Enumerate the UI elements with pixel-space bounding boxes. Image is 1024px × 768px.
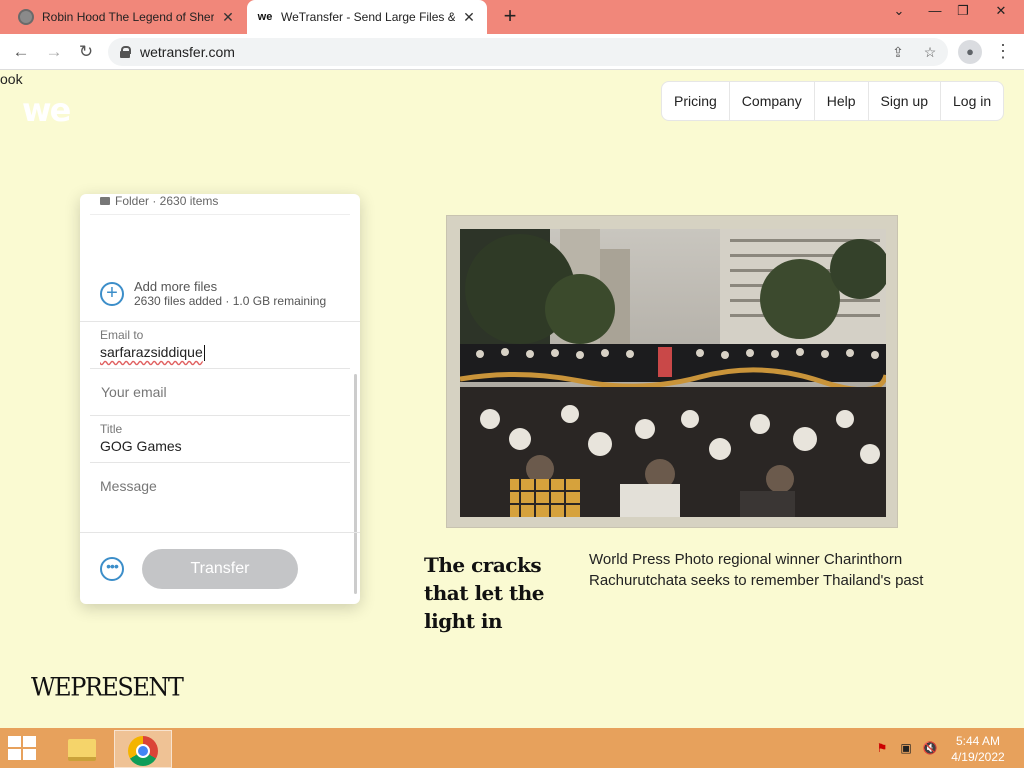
nav-log-in[interactable]: Log in [941,82,1003,120]
browser-menu-icon[interactable]: ⋮ [994,40,1012,64]
clock-date: 4/19/2022 [951,750,1005,764]
email-to-label: Email to [100,328,144,342]
chrome-taskbar-button[interactable] [114,730,172,768]
nav-company[interactable]: Company [730,82,815,120]
action-center-flag-icon[interactable]: ⚑ [874,740,890,756]
email-to-field[interactable]: Email to sarfarazsiddique [90,322,350,369]
tab-robin-hood[interactable]: Robin Hood The Legend of Sherwood ✕ [8,0,246,34]
tab-wetransfer[interactable]: we WeTransfer - Send Large Files & Share… [247,0,487,34]
reload-icon[interactable]: ↻ [74,40,98,64]
restore-icon[interactable]: ❐ [946,0,980,28]
transfer-form: Email to sarfarazsiddique Your email Tit… [80,321,360,494]
email-to-input[interactable]: sarfarazsiddique [100,344,205,362]
divider [90,214,350,215]
tab-title: Robin Hood The Legend of Sherwood [42,10,214,24]
clipped-text: ook [0,71,23,87]
feature-subtext[interactable]: World Press Photo regional winner Charin… [589,549,969,591]
new-tab-icon[interactable]: + [498,4,522,28]
address-text: wetransfer.com [140,44,235,60]
your-email-input[interactable]: Your email [101,384,167,400]
nav-pricing[interactable]: Pricing [662,82,730,120]
volume-muted-icon[interactable]: 🔇 [922,740,938,756]
feature-headline[interactable]: The cracks that let the light in [424,551,584,635]
files-added-status: 2630 files added · 1.0 GB remaining [134,294,327,308]
file-explorer-taskbar-button[interactable] [52,730,110,768]
nav-sign-up[interactable]: Sign up [869,82,941,120]
chrome-icon [128,736,158,766]
add-more-title: Add more files [134,279,218,294]
transfer-card: Folder · 2630 items + Add more files 263… [80,194,360,604]
wepresent-logo[interactable]: WEPRESENT [31,672,184,701]
tab-title: WeTransfer - Send Large Files & Share Ph… [281,10,455,24]
wetransfer-page: ook we Pricing Company Help Sign up Log … [0,71,1024,728]
globe-icon [18,9,34,25]
folder-row[interactable]: Folder · 2630 items [100,194,218,208]
forward-arrow-icon[interactable]: → [42,40,66,64]
nav-help[interactable]: Help [815,82,869,120]
folder-icon [68,739,96,761]
feature-photo-frame[interactable] [446,215,898,528]
feature-photo [460,229,886,517]
add-more-files-button[interactable]: + Add more files 2630 files added · 1.0 … [100,279,326,308]
title-label: Title [100,422,123,436]
top-nav: Pricing Company Help Sign up Log in [661,81,1005,121]
lock-icon [120,46,131,58]
wetransfer-logo[interactable]: we [22,91,71,129]
more-options-icon[interactable]: ••• [100,557,124,581]
folder-label: Folder · 2630 items [115,194,219,208]
message-input[interactable]: Message [100,478,157,494]
transfer-button[interactable]: Transfer [142,549,298,589]
title-input[interactable]: GOG Games [100,438,182,454]
message-field[interactable]: Message [90,463,350,533]
share-icon[interactable]: ⇪ [888,42,908,62]
browser-toolbar: ← → ↻ wetransfer.com ⇪ ☆ ● ⋮ [0,34,1024,70]
clock-time: 5:44 AM [955,734,1001,748]
tab-close-icon[interactable]: ✕ [461,9,477,26]
add-plus-icon: + [100,281,124,306]
bookmark-star-icon[interactable]: ☆ [920,42,940,62]
divider [80,532,360,533]
profile-avatar-icon[interactable]: ● [958,40,982,64]
network-icon[interactable]: ▣ [898,740,914,756]
taskbar: ⚑ ▣ 🔇 5:44 AM 4/19/2022 [0,728,1024,768]
folder-icon [100,197,110,205]
form-scrollbar[interactable] [354,374,357,594]
tab-close-icon[interactable]: ✕ [220,9,236,26]
browser-tab-strip: Robin Hood The Legend of Sherwood ✕ we W… [0,0,1024,34]
wetransfer-favicon-icon: we [257,11,273,23]
window-close-icon[interactable]: ✕ [984,0,1018,28]
address-bar[interactable]: wetransfer.com ⇪ ☆ [108,38,948,66]
your-email-field[interactable]: Your email [90,369,350,416]
windows-start-icon[interactable] [8,736,38,762]
title-field[interactable]: Title GOG Games [90,416,350,463]
tab-search-chevron-down-icon[interactable]: ⌄ [882,0,916,28]
back-arrow-icon[interactable]: ← [9,40,33,64]
system-clock[interactable]: 5:44 AM 4/19/2022 [946,733,1010,765]
